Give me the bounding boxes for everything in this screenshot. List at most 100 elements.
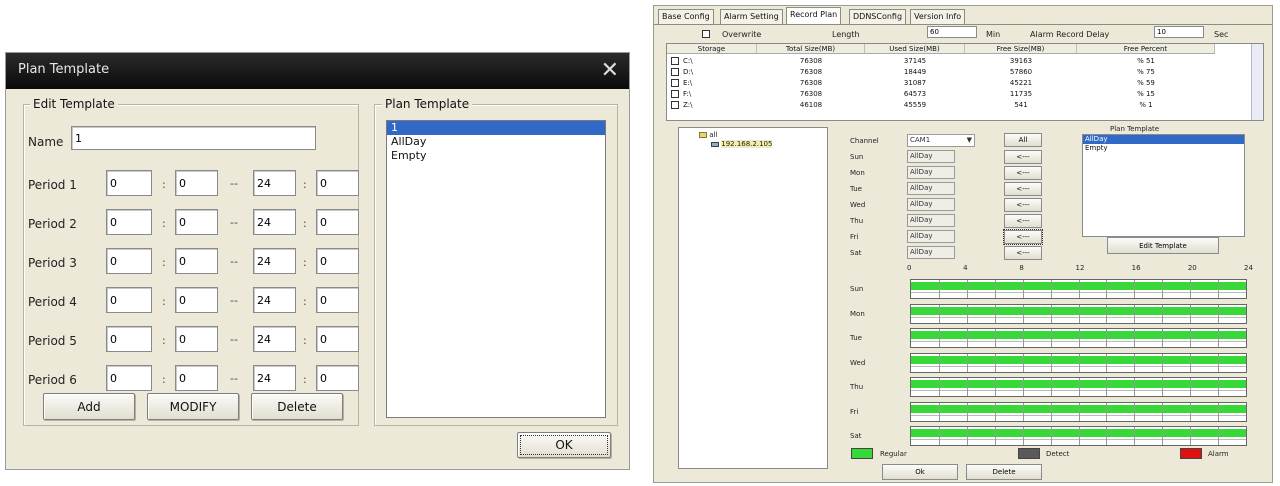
period-start-hour-field[interactable] bbox=[106, 248, 152, 274]
day-plan-field[interactable]: AllDay bbox=[907, 166, 955, 179]
alarm-record-delay-field[interactable] bbox=[1154, 26, 1204, 38]
period-start-minute-field[interactable] bbox=[175, 248, 218, 274]
plan-template-list[interactable]: 1 AllDay Empty bbox=[386, 120, 606, 418]
modify-button[interactable]: MODIFY bbox=[147, 393, 239, 420]
delete-button[interactable]: Delete bbox=[966, 464, 1042, 480]
period-end-hour-field[interactable] bbox=[253, 170, 296, 196]
storage-checkbox[interactable] bbox=[671, 57, 679, 65]
list-item[interactable]: AllDay bbox=[387, 135, 605, 149]
assign-plan-button[interactable]: <--- bbox=[1004, 214, 1042, 228]
storage-checkbox[interactable] bbox=[671, 79, 679, 87]
overwrite-checkbox[interactable] bbox=[702, 30, 710, 38]
table-cell: D:\ bbox=[683, 68, 694, 76]
day-plan-field[interactable]: AllDay bbox=[907, 230, 955, 243]
period-start-minute-field[interactable] bbox=[175, 209, 218, 235]
schedule-bar[interactable] bbox=[910, 377, 1247, 397]
table-row[interactable]: E:\ 76308 31087 45221 % 59 bbox=[667, 78, 1215, 88]
period-start-minute-field[interactable] bbox=[175, 170, 218, 196]
length-field[interactable] bbox=[927, 26, 977, 38]
table-row[interactable]: D:\ 76308 18449 57860 % 75 bbox=[667, 67, 1215, 77]
assign-plan-button[interactable]: <--- bbox=[1004, 150, 1042, 164]
schedule-gridline bbox=[994, 403, 996, 421]
list-item[interactable]: Empty bbox=[387, 149, 605, 163]
close-icon[interactable]: ✕ bbox=[601, 58, 619, 83]
period-end-hour-field[interactable] bbox=[253, 209, 296, 235]
storage-scrollbar[interactable] bbox=[1251, 44, 1263, 120]
assign-plan-button[interactable]: <--- bbox=[1003, 229, 1043, 245]
period-label: Period 2 bbox=[28, 217, 77, 231]
table-cell: 57860 bbox=[1009, 68, 1033, 76]
ok-button[interactable]: Ok bbox=[882, 464, 958, 480]
table-row[interactable]: Z:\ 46108 45559 541 % 1 bbox=[667, 100, 1215, 110]
storage-checkbox[interactable] bbox=[671, 101, 679, 109]
delete-button[interactable]: Delete bbox=[251, 393, 343, 420]
assign-plan-button[interactable]: <--- bbox=[1004, 198, 1042, 212]
period-label: Period 6 bbox=[28, 373, 77, 387]
add-button[interactable]: Add bbox=[43, 393, 135, 420]
period-end-minute-field[interactable] bbox=[316, 248, 359, 274]
name-field[interactable] bbox=[71, 126, 316, 150]
right-plan-template-list[interactable]: AllDay Empty bbox=[1082, 134, 1245, 237]
table-row[interactable]: C:\ 76308 37145 39163 % 51 bbox=[667, 56, 1215, 66]
tab-alarm-setting[interactable]: Alarm Setting bbox=[720, 9, 783, 24]
period-end-minute-field[interactable] bbox=[316, 209, 359, 235]
storage-column-header[interactable]: Used Size(MB) bbox=[865, 44, 965, 54]
day-plan-field[interactable]: AllDay bbox=[907, 246, 955, 259]
schedule-bar[interactable] bbox=[910, 402, 1247, 422]
schedule-gridline bbox=[994, 329, 996, 347]
period-start-minute-field[interactable] bbox=[175, 326, 218, 352]
assign-plan-button[interactable]: <--- bbox=[1004, 166, 1042, 180]
storage-checkbox[interactable] bbox=[671, 90, 679, 98]
period-start-hour-field[interactable] bbox=[106, 287, 152, 313]
tree-device-node[interactable]: 192.168.2.105 bbox=[711, 140, 773, 148]
schedule-bar[interactable] bbox=[910, 353, 1247, 373]
period-end-hour-field[interactable] bbox=[253, 365, 296, 391]
day-plan-field[interactable]: AllDay bbox=[907, 150, 955, 163]
day-plan-field[interactable]: AllDay bbox=[907, 182, 955, 195]
storage-checkbox[interactable] bbox=[671, 68, 679, 76]
day-plan-field[interactable]: AllDay bbox=[907, 198, 955, 211]
dialog-titlebar[interactable]: Plan Template ✕ bbox=[6, 53, 629, 89]
period-start-hour-field[interactable] bbox=[106, 326, 152, 352]
tab-version-info[interactable]: Version Info bbox=[910, 9, 966, 24]
period-start-hour-field[interactable] bbox=[106, 209, 152, 235]
period-separator: : bbox=[162, 295, 166, 308]
storage-column-header[interactable]: Total Size(MB) bbox=[757, 44, 865, 54]
length-label: Length bbox=[832, 30, 860, 39]
assign-plan-button[interactable]: <--- bbox=[1004, 246, 1042, 260]
schedule-gridline bbox=[938, 403, 940, 421]
schedule-bar[interactable] bbox=[910, 279, 1247, 299]
list-item[interactable]: Empty bbox=[1083, 144, 1244, 153]
period-end-hour-field[interactable] bbox=[253, 287, 296, 313]
storage-column-header[interactable]: Free Percent bbox=[1077, 44, 1215, 54]
tab-ddns-config[interactable]: DDNSConfig bbox=[849, 9, 907, 24]
list-item[interactable]: 1 bbox=[387, 121, 605, 135]
table-row[interactable]: F:\ 76308 64573 11735 % 15 bbox=[667, 89, 1215, 99]
tree-root[interactable]: all bbox=[699, 131, 717, 139]
schedule-bar[interactable] bbox=[910, 426, 1247, 446]
period-end-hour-field[interactable] bbox=[253, 248, 296, 274]
period-start-minute-field[interactable] bbox=[175, 287, 218, 313]
storage-column-header[interactable]: Storage bbox=[667, 44, 757, 54]
period-start-hour-field[interactable] bbox=[106, 170, 152, 196]
period-end-minute-field[interactable] bbox=[316, 365, 359, 391]
period-end-minute-field[interactable] bbox=[316, 287, 359, 313]
ok-button[interactable]: OK bbox=[517, 432, 611, 458]
channel-select[interactable]: CAM1 ▼ bbox=[907, 134, 975, 147]
period-end-minute-field[interactable] bbox=[316, 170, 359, 196]
tab-base-config[interactable]: Base Config bbox=[658, 9, 714, 24]
assign-plan-button[interactable]: <--- bbox=[1004, 182, 1042, 196]
period-end-hour-field[interactable] bbox=[253, 326, 296, 352]
edit-template-button[interactable]: Edit Template bbox=[1107, 237, 1219, 254]
list-item[interactable]: AllDay bbox=[1083, 135, 1244, 144]
schedule-bar[interactable] bbox=[910, 328, 1247, 348]
period-start-hour-field[interactable] bbox=[106, 365, 152, 391]
storage-column-header[interactable]: Free Size(MB) bbox=[965, 44, 1077, 54]
all-button[interactable]: All bbox=[1004, 133, 1042, 147]
period-end-minute-field[interactable] bbox=[316, 326, 359, 352]
period-start-minute-field[interactable] bbox=[175, 365, 218, 391]
schedule-bar[interactable] bbox=[910, 304, 1247, 324]
tab-record-plan[interactable]: Record Plan bbox=[786, 7, 842, 25]
legend-detect-label: Detect bbox=[1046, 450, 1070, 458]
day-plan-field[interactable]: AllDay bbox=[907, 214, 955, 227]
